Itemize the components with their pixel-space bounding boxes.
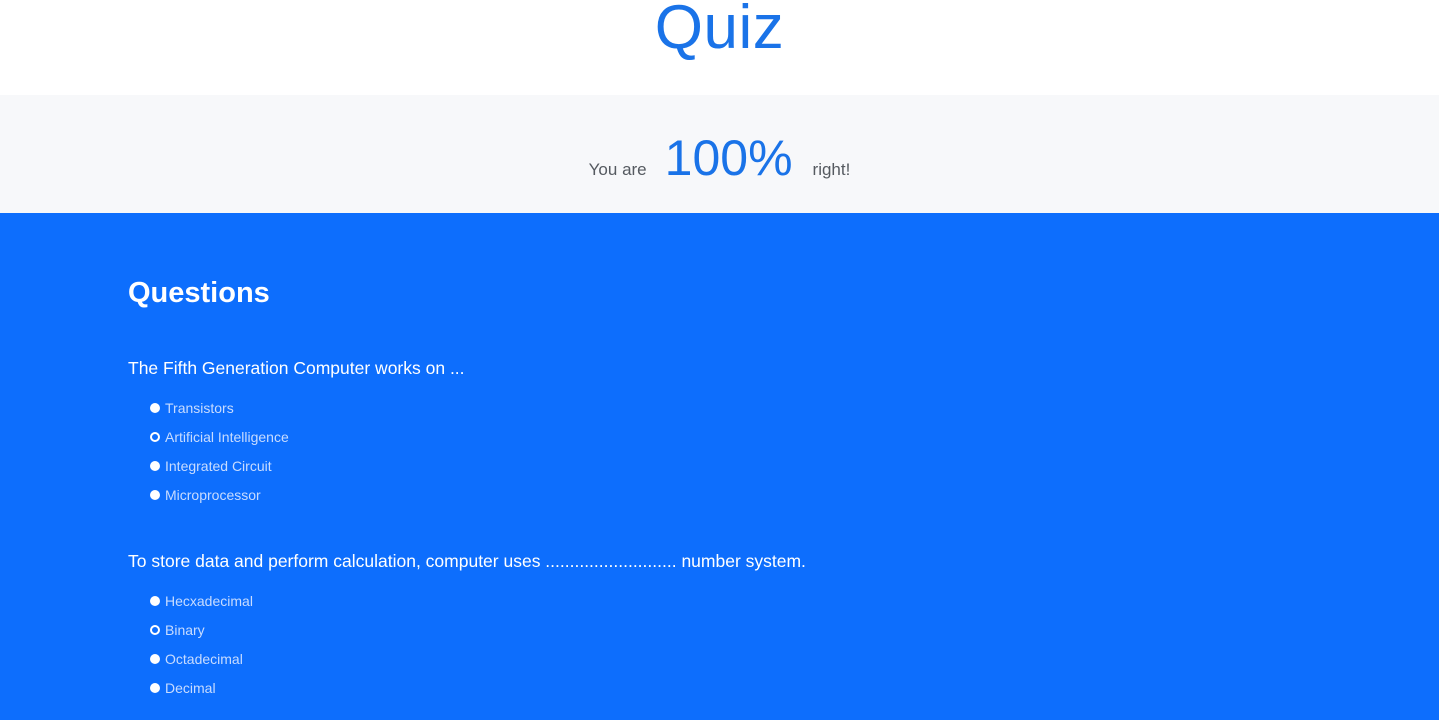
answer-label[interactable]: Integrated Circuit bbox=[165, 458, 272, 474]
answer-option[interactable]: Binary bbox=[128, 616, 806, 645]
score-suffix: right! bbox=[812, 160, 851, 179]
answer-option[interactable]: Hecxadecimal bbox=[128, 587, 806, 616]
answer-label[interactable]: Artificial Intelligence bbox=[165, 429, 289, 445]
question-block: To store data and perform calculation, c… bbox=[128, 549, 806, 702]
radio-button[interactable] bbox=[150, 653, 160, 664]
answer-options: Hecxadecimal Binary Octadecimal Decimal bbox=[128, 587, 806, 702]
answer-label[interactable]: Hecxadecimal bbox=[165, 593, 253, 609]
questions-heading: Questions bbox=[128, 277, 270, 309]
answer-label[interactable]: Binary bbox=[165, 622, 205, 638]
radio-button[interactable] bbox=[150, 403, 160, 414]
answer-option[interactable]: Artificial Intelligence bbox=[128, 423, 465, 452]
question-text: The Fifth Generation Computer works on .… bbox=[128, 358, 465, 378]
score-prefix: You are bbox=[588, 160, 647, 179]
answer-label[interactable]: Decimal bbox=[165, 680, 216, 696]
answer-label[interactable]: Octadecimal bbox=[165, 651, 243, 667]
radio-button[interactable] bbox=[150, 596, 160, 607]
page-header: Quiz bbox=[0, 0, 1439, 95]
radio-button[interactable] bbox=[150, 489, 160, 500]
radio-button[interactable] bbox=[150, 625, 160, 636]
answer-options: Transistors Artificial Intelligence Inte… bbox=[128, 394, 465, 509]
score-value: 100% bbox=[664, 130, 793, 186]
question-block: The Fifth Generation Computer works on .… bbox=[128, 356, 465, 509]
answer-label[interactable]: Microprocessor bbox=[165, 487, 261, 503]
answer-option[interactable]: Microprocessor bbox=[128, 480, 465, 509]
answer-option[interactable]: Transistors bbox=[128, 394, 465, 423]
answer-option[interactable]: Decimal bbox=[128, 673, 806, 702]
score-line: You are 100% right! bbox=[589, 129, 851, 187]
score-banner: You are 100% right! bbox=[0, 95, 1439, 213]
radio-button[interactable] bbox=[150, 460, 160, 471]
answer-option[interactable]: Integrated Circuit bbox=[128, 452, 465, 481]
answer-label[interactable]: Transistors bbox=[165, 400, 234, 416]
questions-section: Questions The Fifth Generation Computer … bbox=[0, 213, 1439, 720]
question-text: To store data and perform calculation, c… bbox=[128, 551, 806, 571]
answer-option[interactable]: Octadecimal bbox=[128, 645, 806, 674]
radio-button[interactable] bbox=[150, 432, 160, 443]
radio-button[interactable] bbox=[150, 682, 160, 693]
page-title: Quiz bbox=[654, 0, 785, 62]
